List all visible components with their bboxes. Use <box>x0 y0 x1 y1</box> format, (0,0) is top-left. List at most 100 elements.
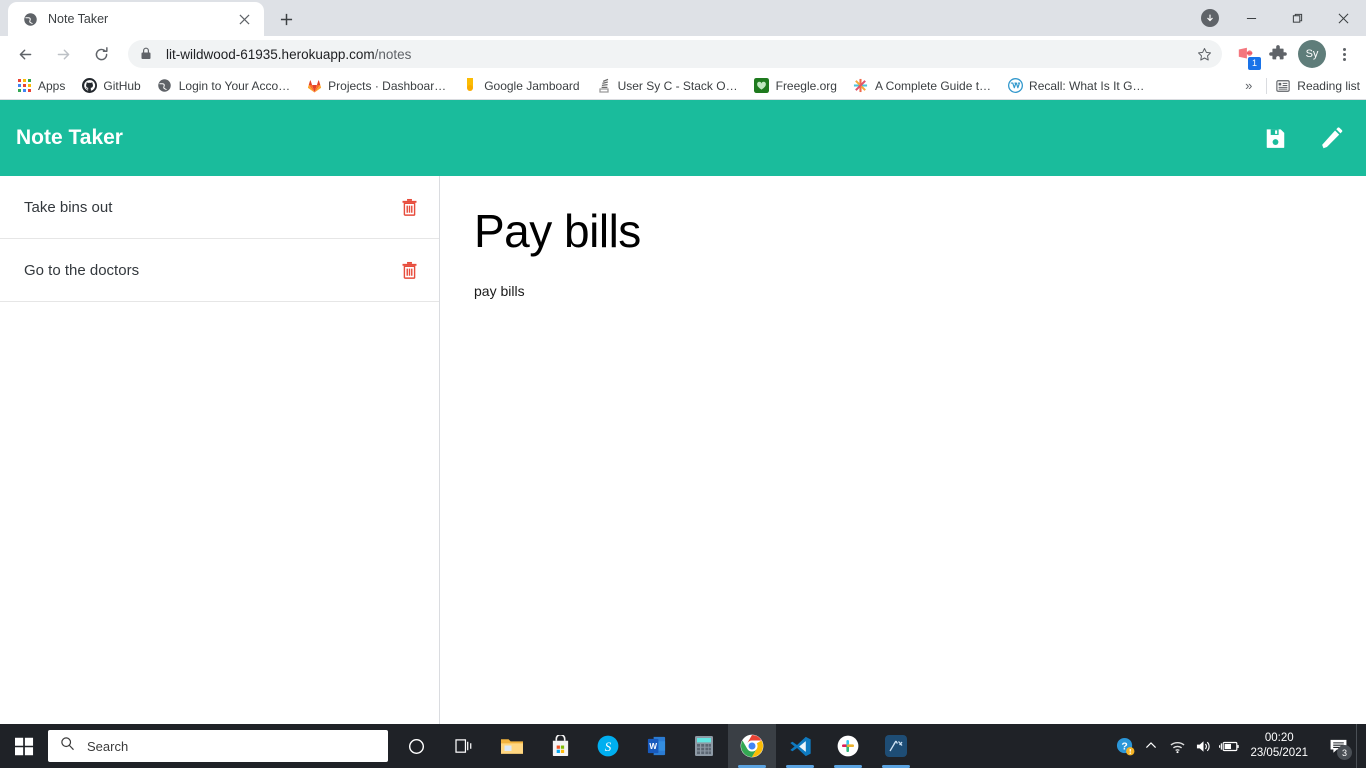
minimize-button[interactable] <box>1228 0 1274 36</box>
note-title: Go to the doctors <box>24 261 140 279</box>
extension-badge-count: 1 <box>1248 57 1261 70</box>
bookmark-stack-overflow[interactable]: User Sy C - Stack O… <box>588 75 746 97</box>
reload-icon[interactable] <box>85 38 117 70</box>
help-warning-icon[interactable]: ? <box>1112 724 1138 768</box>
lock-icon <box>140 47 154 61</box>
pencil-icon[interactable] <box>1318 125 1344 151</box>
gitlab-icon <box>306 78 322 94</box>
app-title: Note Taker <box>16 126 123 149</box>
skype-icon[interactable]: S <box>584 724 632 768</box>
bookmark-google-jamboard[interactable]: Google Jamboard <box>454 75 587 97</box>
bookmark-projects-dashboard[interactable]: Projects · Dashboar… <box>298 75 454 97</box>
browser-toolbar: lit-wildwood-61935.herokuapp.com/notes 1… <box>0 36 1366 72</box>
slack-icon[interactable] <box>824 724 872 768</box>
reading-list-label[interactable]: Reading list <box>1297 79 1360 93</box>
url-path: /notes <box>374 46 412 62</box>
back-icon[interactable] <box>9 38 41 70</box>
trash-icon[interactable] <box>399 260 419 280</box>
extensions-puzzle-icon[interactable] <box>1264 40 1292 68</box>
bookmarks-bar: Apps GitHub Login to Your Acco… Projects… <box>0 72 1366 100</box>
notes-list-empty-space <box>0 302 439 702</box>
wordpress-icon <box>1007 78 1023 94</box>
note-taker-app: Note Taker Take bins out Go to the docto… <box>0 100 1366 724</box>
note-title: Take bins out <box>24 198 113 216</box>
note-title-input[interactable]: Pay bills <box>474 206 1366 257</box>
csstricks-icon <box>853 78 869 94</box>
battery-charging-icon[interactable] <box>1216 724 1242 768</box>
bookmark-label: A Complete Guide t… <box>874 78 992 93</box>
bookmark-label: Recall: What Is It G… <box>1029 78 1145 93</box>
notification-icon[interactable]: 3 <box>1320 724 1356 768</box>
note-editor-pane: Pay bills pay bills <box>440 176 1366 724</box>
bookmark-label: Freegle.org <box>775 78 837 93</box>
kebab-menu-icon[interactable] <box>1330 40 1358 68</box>
google-chrome-icon[interactable] <box>728 724 776 768</box>
bookmark-label: Google Jamboard <box>484 78 580 93</box>
microsoft-store-icon[interactable] <box>536 724 584 768</box>
tab-title: Note Taker <box>48 12 109 26</box>
download-icon[interactable] <box>1192 0 1228 36</box>
close-window-button[interactable] <box>1320 0 1366 36</box>
apps-grid-icon <box>16 78 32 94</box>
wifi-icon[interactable] <box>1164 724 1190 768</box>
app-header: Note Taker <box>0 100 1366 176</box>
note-text-input[interactable]: pay bills <box>474 283 1366 299</box>
tray-overflow-chevron-icon[interactable] <box>1138 724 1164 768</box>
new-tab-button[interactable] <box>272 5 300 33</box>
bookmark-label: Login to Your Acco… <box>178 78 291 93</box>
bookmark-label: Apps <box>38 78 66 93</box>
forward-icon[interactable] <box>47 38 79 70</box>
search-icon <box>60 736 75 756</box>
app-header-actions <box>1262 125 1344 151</box>
notification-count: 3 <box>1337 745 1352 760</box>
vs-code-icon[interactable] <box>776 724 824 768</box>
search-input[interactable]: Search <box>48 730 388 762</box>
show-desktop-button[interactable] <box>1356 724 1362 768</box>
address-bar[interactable]: lit-wildwood-61935.herokuapp.com/notes <box>128 40 1222 68</box>
svg-text:W: W <box>649 742 657 751</box>
bookmark-github[interactable]: GitHub <box>73 75 148 97</box>
bookmark-login[interactable]: Login to Your Acco… <box>149 75 298 97</box>
svg-text:S: S <box>605 739 612 754</box>
floppy-disk-icon[interactable] <box>1262 125 1288 151</box>
browser-tab-note-taker[interactable]: Note Taker <box>8 2 264 36</box>
profile-avatar[interactable]: Sy <box>1298 40 1326 68</box>
cortana-circle-icon[interactable] <box>392 724 440 768</box>
tab-strip: Note Taker <box>0 0 1366 36</box>
bookmark-freegle[interactable]: Freegle.org <box>746 75 845 97</box>
windows-start-icon[interactable] <box>0 724 48 768</box>
bookmarks-overflow-button[interactable]: » <box>1239 78 1258 93</box>
clock-time: 00:20 <box>1264 732 1294 744</box>
file-explorer-icon[interactable] <box>488 724 536 768</box>
trash-icon[interactable] <box>399 197 419 217</box>
calculator-icon[interactable] <box>680 724 728 768</box>
speaker-icon[interactable] <box>1190 724 1216 768</box>
reading-list-icon <box>1275 78 1291 94</box>
url-host: lit-wildwood-61935.herokuapp.com <box>166 46 375 62</box>
list-item[interactable]: Go to the doctors <box>0 239 439 302</box>
globe-icon <box>157 78 173 94</box>
close-icon[interactable] <box>234 9 254 29</box>
clock[interactable]: 00:20 23/05/2021 <box>1242 731 1320 761</box>
maximize-button[interactable] <box>1274 0 1320 36</box>
star-icon[interactable] <box>1192 42 1216 66</box>
design-app-icon[interactable] <box>872 724 920 768</box>
jamboard-icon <box>462 78 478 94</box>
search-placeholder: Search <box>87 738 129 754</box>
divider <box>1266 77 1268 94</box>
globe-icon <box>22 11 38 27</box>
bookmark-recall[interactable]: Recall: What Is It G… <box>999 75 1152 97</box>
bookmark-complete-guide[interactable]: A Complete Guide t… <box>845 75 999 97</box>
clock-date: 23/05/2021 <box>1250 747 1308 759</box>
bookmark-label: GitHub <box>103 78 141 93</box>
bookmark-apps[interactable]: Apps <box>8 75 73 97</box>
app-body: Take bins out Go to the doctors Pay bill… <box>0 176 1366 724</box>
stackoverflow-icon <box>596 78 612 94</box>
recall-extension-icon[interactable]: 1 <box>1232 40 1261 70</box>
notes-list: Take bins out Go to the doctors <box>0 176 440 724</box>
microsoft-word-icon[interactable]: W <box>632 724 680 768</box>
task-view-icon[interactable] <box>440 724 488 768</box>
bookmark-label: Projects · Dashboar… <box>328 78 447 93</box>
chrome-browser-window: Note Taker lit-wildwood-61935.herokuapp.… <box>0 0 1366 724</box>
list-item[interactable]: Take bins out <box>0 176 439 239</box>
